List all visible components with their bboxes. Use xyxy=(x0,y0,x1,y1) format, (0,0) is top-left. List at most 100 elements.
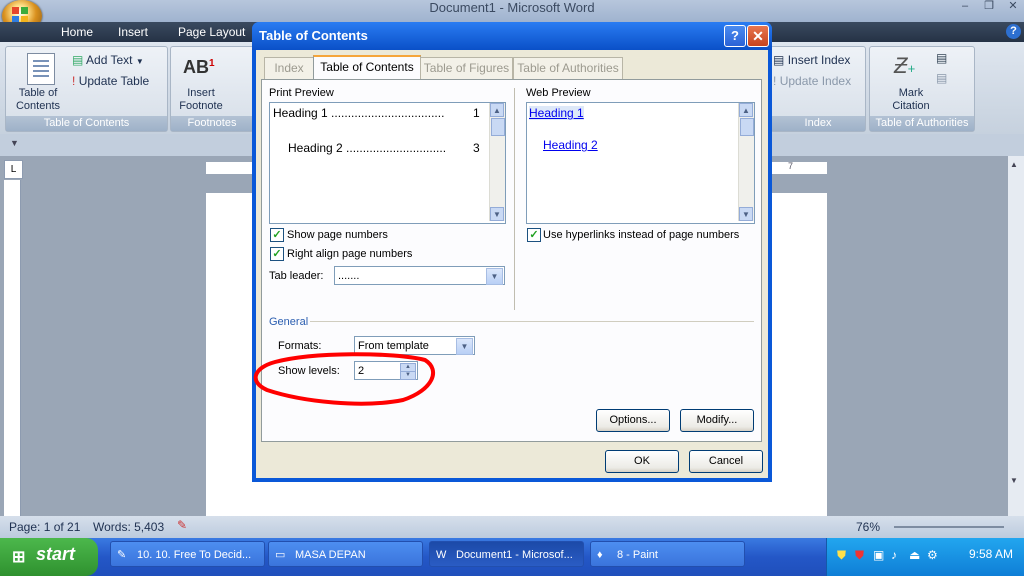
scroll-up-icon[interactable]: ▲ xyxy=(490,103,504,117)
dialog-help-button[interactable]: ? xyxy=(724,25,746,47)
group-index: ▤ Insert Index ! Update Index Index xyxy=(770,46,866,132)
tab-table-of-figures[interactable]: Table of Figures xyxy=(420,57,513,79)
word-icon: W xyxy=(436,549,447,561)
task-label: 8 - Paint xyxy=(617,549,658,561)
print-preview-label: Print Preview xyxy=(269,87,334,99)
preview-divider xyxy=(514,88,515,310)
zoom-level[interactable]: 76% xyxy=(856,520,880,534)
web-link-heading-2[interactable]: Heading 2 xyxy=(543,138,598,152)
chevron-down-icon[interactable]: ▼ xyxy=(456,338,473,355)
close-icon[interactable]: ✕ xyxy=(1002,0,1024,12)
update-index-icon: ! xyxy=(773,74,777,88)
show-page-numbers-label: Show page numbers xyxy=(287,229,388,241)
proofing-icon[interactable]: ✎ xyxy=(177,518,187,532)
toc-document-icon xyxy=(27,53,55,85)
tab-insert[interactable]: Insert xyxy=(118,22,148,42)
update-table-button[interactable]: ! Update Table xyxy=(72,74,149,88)
system-tray: ⛊ ⛊ ▣ ♪ ⏏ ⚙ 9:58 AM xyxy=(826,538,1024,576)
scroll-down-icon[interactable]: ▼ xyxy=(490,207,504,221)
preview-entry-page: 3 xyxy=(473,141,480,155)
web-preview-scrollbar[interactable]: ▲ ▼ xyxy=(738,103,754,221)
start-label: start xyxy=(36,544,76,564)
ruler-marker: 7 xyxy=(788,161,794,171)
scroll-thumb[interactable] xyxy=(740,118,754,136)
tab-table-of-authorities[interactable]: Table of Authorities xyxy=(513,57,623,79)
insert-footnote-button[interactable]: Insert Footnote xyxy=(173,87,229,113)
tab-index[interactable]: Index xyxy=(264,57,314,79)
office-logo-icon xyxy=(12,7,28,23)
show-page-numbers-checkbox[interactable]: ✓ xyxy=(270,228,284,242)
paint-icon: ♦ xyxy=(597,549,603,561)
general-section-label: General xyxy=(269,316,309,328)
shield-icon[interactable]: ⛊ xyxy=(837,548,846,563)
options-button[interactable]: Options... xyxy=(596,409,670,432)
task-paint[interactable]: ♦ 8 - Paint xyxy=(590,541,745,567)
folder-icon: ▭ xyxy=(275,549,286,561)
update-index-button[interactable]: ! Update Index xyxy=(773,74,851,88)
group-table-of-contents: Table of Contents ▤ Add Text ▼ ! Update … xyxy=(5,46,168,132)
group-label-toc: Table of Contents xyxy=(6,116,167,131)
update-table-label: Update Table xyxy=(78,74,150,88)
preview-entry-1: Heading 1 ..............................… xyxy=(273,106,483,120)
chevron-down-icon: ▼ xyxy=(135,57,144,66)
ruler-tab-selector[interactable]: L xyxy=(4,160,23,179)
right-align-checkbox[interactable]: ✓ xyxy=(270,247,284,261)
insert-index-button[interactable]: ▤ Insert Index xyxy=(773,53,850,67)
scroll-up-icon[interactable]: ▲ xyxy=(739,103,753,117)
scroll-down-icon[interactable]: ▼ xyxy=(1010,476,1018,485)
red-highlight-circle xyxy=(253,352,436,406)
tab-home[interactable]: Home xyxy=(61,22,93,42)
vertical-scrollbar[interactable]: ▲ ▼ xyxy=(1008,156,1024,516)
tab-leader-label: Tab leader: xyxy=(269,270,324,282)
preview-entry-2: Heading 2 .............................. xyxy=(288,141,473,155)
page-count[interactable]: Page: 1 of 21 xyxy=(9,520,80,534)
update-index-label: Update Index xyxy=(779,74,852,88)
task-document1[interactable]: W Document1 - Microsof... xyxy=(429,541,584,567)
tab-leader-value: ....... xyxy=(338,270,360,282)
network-icon[interactable]: ▣ xyxy=(873,548,884,562)
add-text-label: Add Text xyxy=(86,53,133,67)
web-link-heading-1[interactable]: Heading 1 xyxy=(529,106,584,120)
task-free-to-decide[interactable]: ✎ 10. 10. Free To Decid... xyxy=(110,541,265,567)
insert-index-label: Insert Index xyxy=(787,53,851,67)
settings-icon[interactable]: ⚙ xyxy=(927,548,938,562)
help-icon[interactable]: ? xyxy=(1006,24,1021,39)
task-masa-depan[interactable]: ▭ MASA DEPAN xyxy=(268,541,423,567)
expand-ribbon-icon[interactable]: ▼ xyxy=(10,138,19,148)
clock[interactable]: 9:58 AM xyxy=(969,547,1013,561)
tab-leader-select[interactable]: ....... ▼ xyxy=(334,266,505,285)
mark-citation-button[interactable]: Mark Citation xyxy=(886,87,936,113)
task-label: 10. 10. Free To Decid... xyxy=(137,549,252,561)
insert-authorities-icon[interactable]: ▤ xyxy=(936,51,947,65)
group-label-authorities: Table of Authorities xyxy=(870,116,974,131)
use-hyperlinks-checkbox[interactable]: ✓ xyxy=(527,228,541,242)
tab-page-layout[interactable]: Page Layout xyxy=(178,22,245,42)
restore-icon[interactable]: ❐ xyxy=(978,0,1000,12)
web-preview-box[interactable]: Heading 1 Heading 2 ▲ ▼ xyxy=(526,102,755,224)
chevron-down-icon[interactable]: ▼ xyxy=(486,268,503,285)
scroll-up-icon[interactable]: ▲ xyxy=(1010,160,1018,169)
general-divider xyxy=(310,321,754,322)
minimize-icon[interactable]: – xyxy=(954,0,976,12)
zoom-slider[interactable] xyxy=(894,526,1004,528)
dialog-title: Table of Contents xyxy=(259,28,368,43)
modify-button[interactable]: Modify... xyxy=(680,409,754,432)
word-count[interactable]: Words: 5,403 xyxy=(93,520,164,534)
ok-button[interactable]: OK xyxy=(605,450,679,473)
antivirus-icon[interactable]: ⛊ xyxy=(855,548,864,563)
toc-button[interactable]: Table of Contents xyxy=(8,87,68,113)
tab-table-of-contents[interactable]: Table of Contents xyxy=(313,55,421,81)
update-authorities-icon[interactable]: ▤ xyxy=(936,71,947,85)
group-label-index: Index xyxy=(771,116,865,131)
start-button[interactable]: ⊞ start xyxy=(0,538,98,576)
print-preview-box[interactable]: Heading 1 ..............................… xyxy=(269,102,506,224)
scroll-thumb[interactable] xyxy=(491,118,505,136)
volume-icon[interactable]: ♪ xyxy=(891,548,897,562)
vertical-ruler[interactable] xyxy=(4,180,21,516)
scroll-down-icon[interactable]: ▼ xyxy=(739,207,753,221)
dialog-close-button[interactable]: ✕ xyxy=(747,25,769,47)
print-preview-scrollbar[interactable]: ▲ ▼ xyxy=(489,103,505,221)
usb-icon[interactable]: ⏏ xyxy=(909,548,920,562)
add-text-button[interactable]: ▤ Add Text ▼ xyxy=(72,53,144,67)
cancel-button[interactable]: Cancel xyxy=(689,450,763,473)
